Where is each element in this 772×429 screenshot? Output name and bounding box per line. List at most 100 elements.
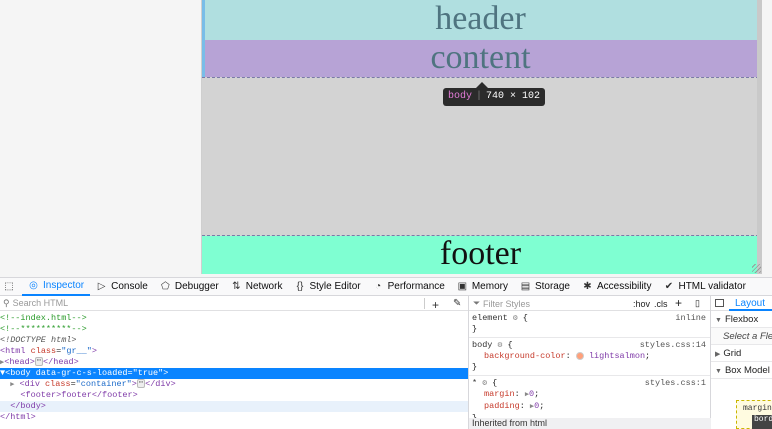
tab-console[interactable]: ▷ Console [90, 277, 154, 296]
html-attr-value: "gr__" [61, 346, 92, 356]
color-swatch[interactable] [575, 351, 584, 360]
sidebar-toggle-icon[interactable] [715, 299, 724, 307]
print-simulation-icon[interactable]: ▯ [695, 298, 700, 309]
property-value: 0 [529, 389, 535, 399]
tree-line[interactable]: </body> [0, 401, 468, 412]
footer-node: <footer>footer</footer> [20, 390, 138, 400]
tab-inspector[interactable]: ◎ Inspector [22, 277, 91, 296]
head-close-tag: </head> [43, 357, 79, 367]
margin-label: margin [743, 404, 772, 413]
rules-panel: ⏷ Filter Styles :hov .cls + ▯ element ⚙ … [469, 296, 711, 429]
filter-styles-bar: ⏷ Filter Styles :hov .cls + ▯ [469, 296, 710, 311]
declaration[interactable]: margin: ▶0; [472, 389, 710, 401]
tab-label: HTML validator [678, 281, 746, 292]
tab-performance[interactable]: ◔ Performance [367, 277, 451, 296]
add-node-icon[interactable]: + [432, 298, 439, 312]
rule-element: element ⚙ { inline } [469, 311, 710, 338]
highlight-dashed-border [202, 77, 759, 78]
devtools-tabbar: ⬚ ◎ Inspector ▷ Console ⬠ Debugger ⇅ Network… [0, 277, 772, 296]
declaration[interactable]: padding: ▶0; [472, 401, 710, 413]
rule-selector: * [472, 378, 478, 388]
collapsed-ellipsis[interactable]: ⋯ [34, 357, 44, 367]
page-content: content [202, 40, 759, 77]
tab-storage[interactable]: ▤ Storage [514, 277, 576, 296]
border-label: bord [752, 415, 772, 429]
active-tab-underline [729, 309, 772, 311]
filter-icon: ⏷ [473, 298, 481, 308]
style-editor-icon: {} [296, 281, 304, 292]
element-picker-button[interactable]: ⬚ [0, 277, 22, 296]
tree-line[interactable]: <footer>footer</footer> [0, 390, 468, 401]
gear-icon[interactable]: ⚙ [482, 379, 487, 388]
tab-network[interactable]: ⇅ Network [225, 277, 289, 296]
rule-body: body ⚙ { styles.css:14 background-color:… [469, 338, 710, 376]
tab-label: Style Editor [309, 281, 361, 292]
eyedropper-icon[interactable]: ✎ [453, 298, 461, 309]
grid-section[interactable]: ▶ Grid [711, 345, 772, 362]
rendered-page: header content footer [201, 0, 762, 274]
rule-source-link[interactable]: styles.css:14 [640, 340, 706, 351]
collapsed-ellipsis[interactable]: ⋯ [136, 379, 146, 389]
expand-arrow-icon: ▶ [715, 351, 721, 358]
expand-arrow-icon[interactable]: ▶ [10, 381, 14, 389]
tab-layout[interactable]: Layout [735, 298, 765, 309]
tree-line[interactable]: </html> [0, 412, 468, 423]
property-value: 0 [534, 401, 540, 411]
performance-icon: ◔ [375, 281, 382, 292]
property-value: lightsalmon [588, 351, 646, 361]
rule-close: } [472, 324, 478, 334]
memory-icon: ▣ [457, 281, 468, 292]
filter-styles-input[interactable]: Filter Styles [483, 299, 530, 309]
selected-body-node[interactable]: ▼<body data-gr-c-s-loaded="true"> [0, 368, 468, 379]
tree-line[interactable]: <!DOCTYPE html> [0, 335, 468, 346]
layout-panel: Layout ▼Flexbox Select a Flex ▶Grid ▼Box… [711, 296, 772, 429]
gear-icon[interactable]: ⚙ [498, 341, 503, 350]
tab-memory[interactable]: ▣ Memory [451, 277, 514, 296]
doctype-node: <!DOCTYPE html> [0, 335, 77, 345]
tree-line[interactable]: ▶ <div class="container"> ⋯ </div> [0, 379, 468, 390]
tab-label: Storage [534, 281, 570, 292]
section-label: Box Model [724, 365, 770, 376]
console-icon: ▷ [97, 281, 106, 292]
div-attr-name: class [45, 379, 71, 389]
collapse-arrow-icon: ▼ [715, 368, 722, 375]
tab-accessibility[interactable]: ✱ Accessibility [576, 277, 657, 296]
tab-style-editor[interactable]: {} Style Editor [288, 277, 366, 296]
flex-hint: Select a Flex [711, 328, 772, 345]
section-label: Flexbox [724, 314, 759, 325]
viewport-scroll-strip [757, 0, 762, 274]
declaration[interactable]: background-color: lightsalmon; [472, 351, 710, 362]
rule-source-link[interactable]: styles.css:1 [645, 378, 706, 389]
add-rule-icon[interactable]: + [675, 296, 682, 310]
search-icon: ⚲ [3, 297, 10, 308]
div-attr-value: "container" [75, 379, 132, 389]
layout-tabs: Layout [711, 296, 772, 311]
cls-toggle[interactable]: .cls [654, 299, 668, 309]
box-model-diagram: margin bord [736, 400, 772, 429]
search-html-input[interactable]: Search HTML [13, 298, 69, 308]
flexbox-section[interactable]: ▼ Flexbox [711, 311, 772, 328]
tree-line[interactable]: ▶<head> ⋯ </head> [0, 357, 468, 368]
tree-line[interactable]: <html class="gr__"> [0, 346, 468, 357]
tab-debugger[interactable]: ⬠ Debugger [154, 277, 225, 296]
tab-html-validator[interactable]: ✔ HTML validator [657, 277, 751, 296]
tree-line[interactable]: <!--**********--> [0, 324, 468, 335]
collapse-arrow-icon: ▼ [715, 317, 722, 324]
html-validator-icon: ✔ [664, 281, 674, 292]
hov-toggle[interactable]: :hov [633, 299, 650, 309]
box-model-section[interactable]: ▼ Box Model [711, 362, 772, 379]
rule-selector: element [472, 313, 508, 323]
property-name: margin [484, 389, 515, 399]
body-open-tag: <body data-gr-c-s-loaded="true"> [5, 368, 169, 378]
page-footer: footer [202, 236, 759, 274]
body-close-tag: </body> [10, 401, 46, 411]
html-open-tag: <html [0, 346, 26, 356]
gear-icon[interactable]: ⚙ [513, 314, 518, 323]
toolbar-divider [424, 298, 425, 309]
resize-grip[interactable] [752, 264, 761, 273]
markup-tree: <!--index.html--> <!--**********--> <!DO… [0, 311, 468, 423]
element-size-tooltip: body | 740 × 102 [443, 88, 546, 106]
accessibility-icon: ✱ [583, 281, 592, 292]
tree-line[interactable]: <!--index.html--> [0, 313, 468, 324]
html-close-tag: </html> [0, 412, 36, 422]
